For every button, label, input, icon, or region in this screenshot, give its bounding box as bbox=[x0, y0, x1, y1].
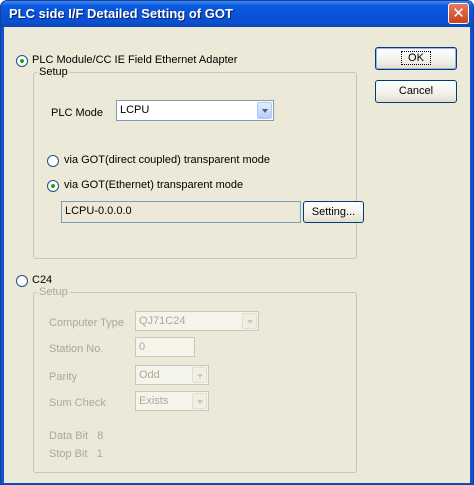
dialog-window: PLC side I/F Detailed Setting of GOT ✕ P… bbox=[0, 0, 474, 485]
parity-label: Parity bbox=[49, 371, 78, 383]
chevron-down-icon[interactable] bbox=[242, 313, 257, 329]
close-icon[interactable]: ✕ bbox=[448, 3, 469, 24]
c24-radio[interactable] bbox=[16, 275, 28, 287]
chevron-down-icon[interactable] bbox=[192, 367, 207, 383]
stop-bit-text: Stop Bit 1 bbox=[49, 448, 103, 460]
c24-setup-legend: Setup bbox=[39, 286, 68, 298]
ethernet-transparent-label[interactable]: via GOT(Ethernet) transparent mode bbox=[64, 179, 243, 191]
c24-label[interactable]: C24 bbox=[32, 274, 52, 286]
title-bar[interactable]: PLC side I/F Detailed Setting of GOT ✕ bbox=[1, 1, 473, 27]
sum-check-label: Sum Check bbox=[49, 397, 106, 409]
plc-setup-legend: Setup bbox=[39, 66, 68, 78]
window-title: PLC side I/F Detailed Setting of GOT bbox=[9, 6, 233, 21]
computer-type-select[interactable]: QJ71C24 bbox=[135, 311, 259, 331]
ok-button[interactable]: OK bbox=[375, 47, 457, 70]
sum-check-select[interactable]: Exists bbox=[135, 391, 209, 411]
plc-mode-select[interactable]: LCPU bbox=[116, 100, 274, 121]
parity-value: Odd bbox=[139, 369, 160, 381]
setting-button[interactable]: Setting... bbox=[303, 201, 364, 223]
sum-check-value: Exists bbox=[139, 395, 169, 407]
data-bit-text: Data Bit 8 bbox=[49, 430, 104, 442]
station-no-value: 0 bbox=[139, 341, 146, 353]
computer-type-label: Computer Type bbox=[49, 317, 125, 329]
chevron-down-icon[interactable] bbox=[192, 393, 207, 409]
plc-module-label[interactable]: PLC Module/CC IE Field Ethernet Adapter bbox=[32, 54, 237, 66]
connection-field: LCPU-0.0.0.0 bbox=[61, 201, 301, 223]
direct-coupled-label[interactable]: via GOT(direct coupled) transparent mode bbox=[64, 154, 270, 166]
parity-select[interactable]: Odd bbox=[135, 365, 209, 385]
station-no-label: Station No. bbox=[49, 343, 104, 355]
plc-module-radio[interactable] bbox=[16, 55, 28, 67]
station-no-input[interactable]: 0 bbox=[135, 337, 195, 357]
dialog-body: PLC Module/CC IE Field Ethernet Adapter … bbox=[4, 27, 470, 483]
chevron-down-icon[interactable] bbox=[257, 102, 272, 119]
plc-mode-label: PLC Mode bbox=[51, 107, 103, 119]
connection-value: LCPU-0.0.0.0 bbox=[65, 205, 132, 217]
plc-mode-value: LCPU bbox=[120, 104, 150, 116]
ethernet-transparent-radio[interactable] bbox=[47, 180, 59, 192]
ok-button-label: OK bbox=[401, 51, 431, 65]
cancel-button[interactable]: Cancel bbox=[375, 80, 457, 103]
direct-coupled-radio[interactable] bbox=[47, 155, 59, 167]
computer-type-value: QJ71C24 bbox=[139, 315, 186, 327]
